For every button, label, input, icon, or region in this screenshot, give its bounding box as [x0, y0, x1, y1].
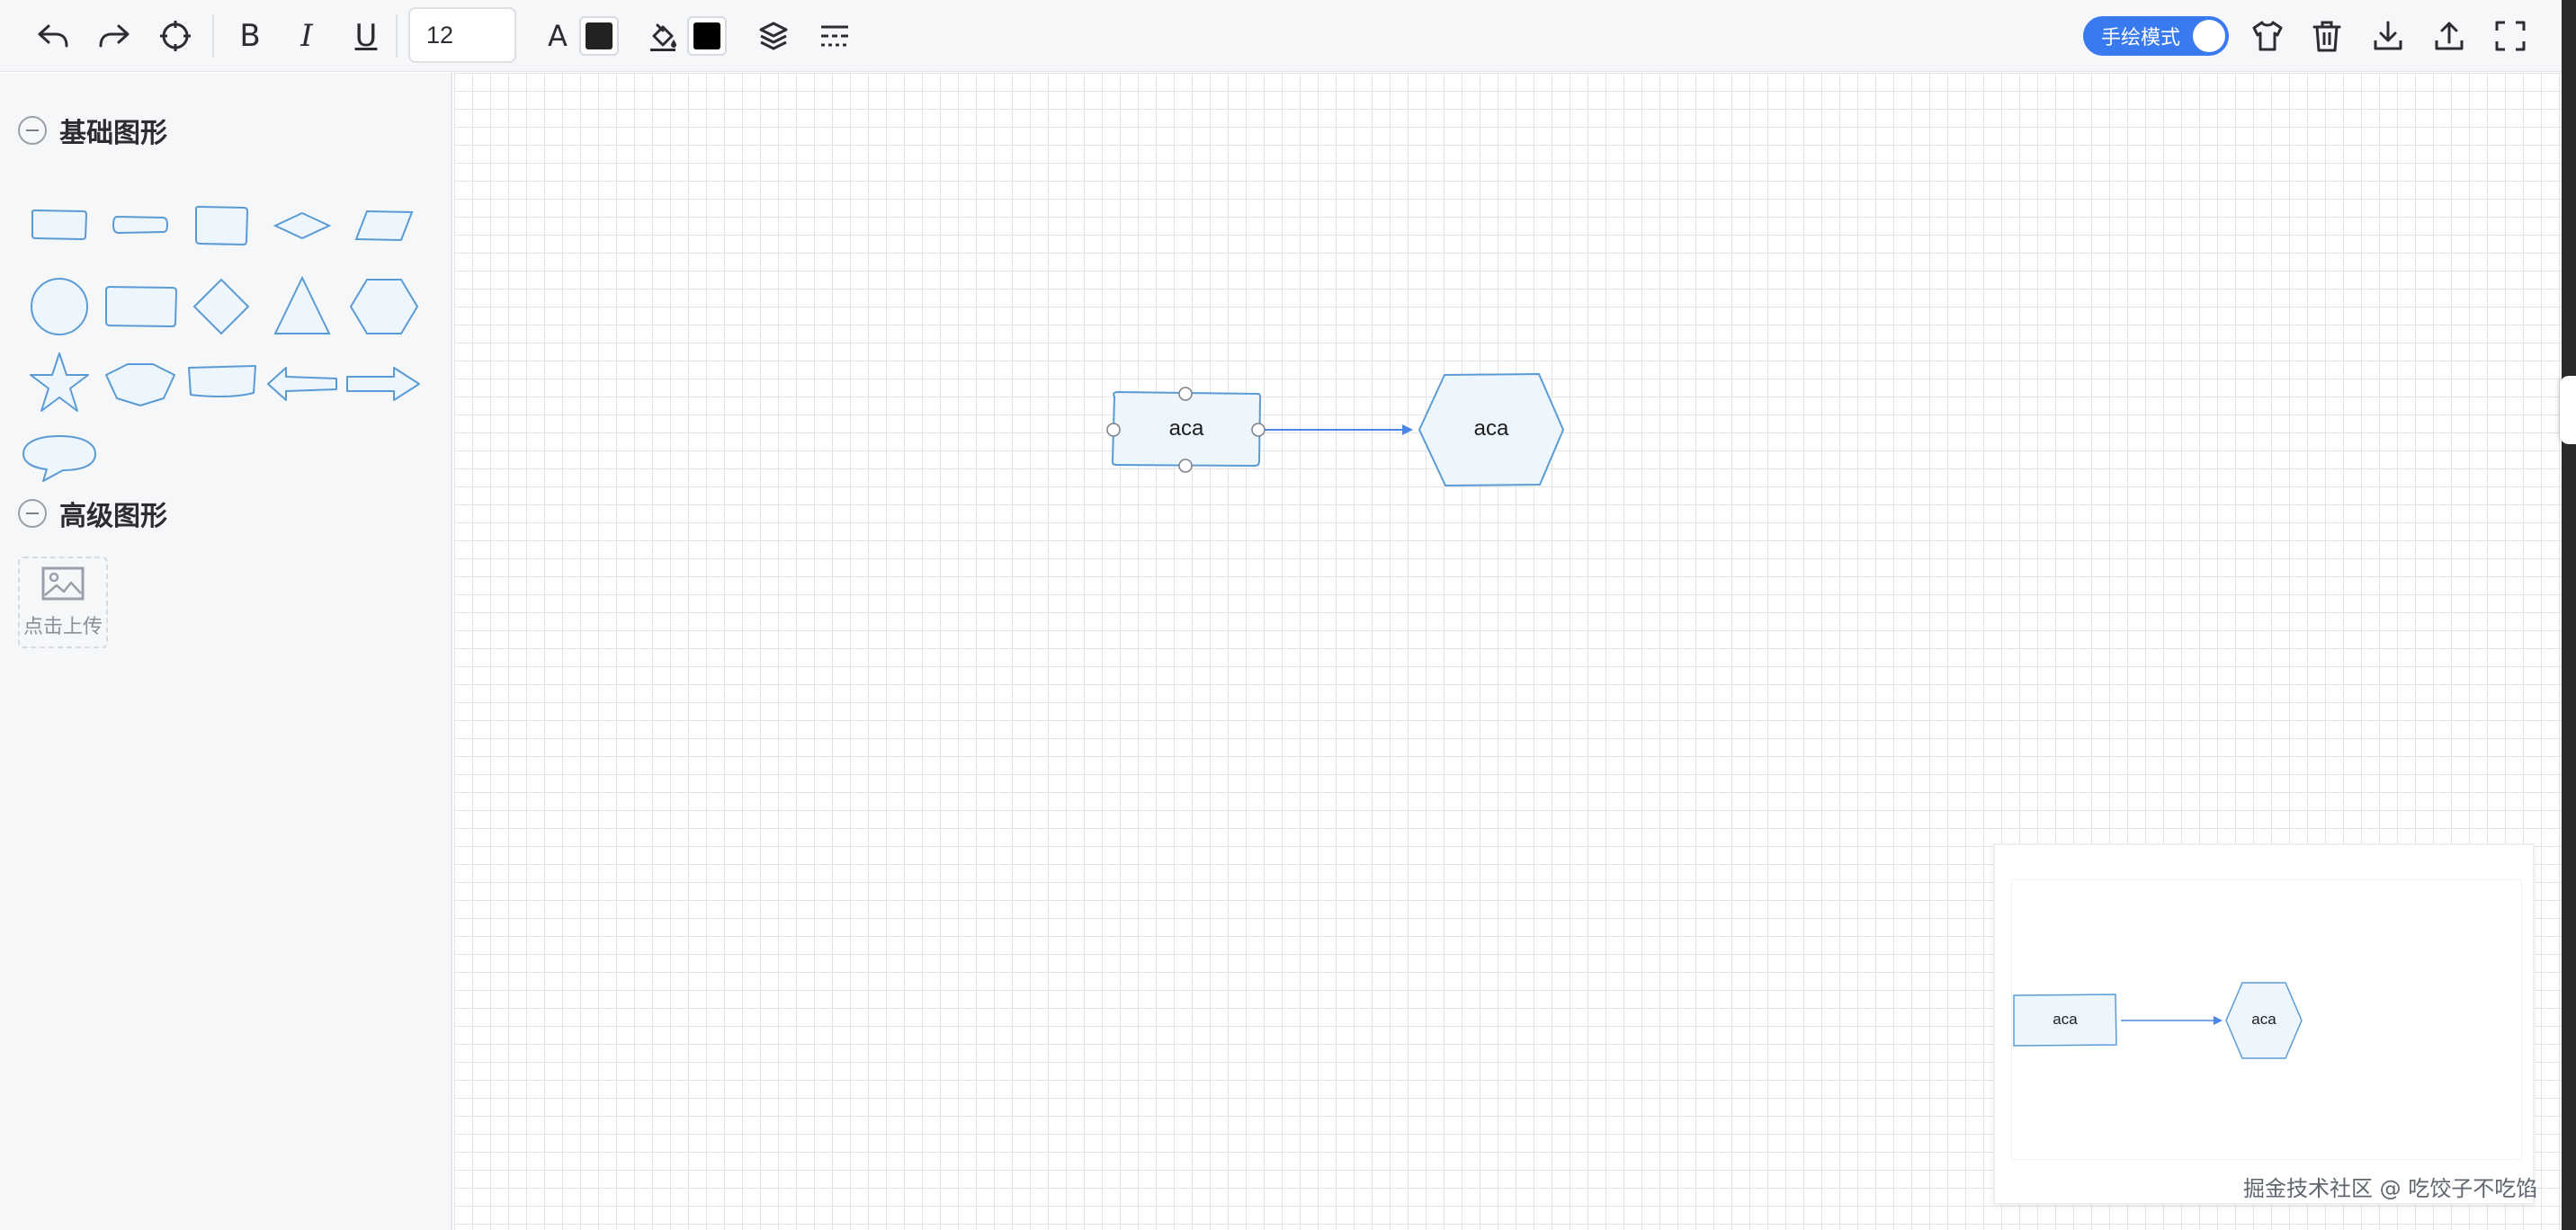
fullscreen-icon: [2495, 21, 2526, 51]
shape-trapezoid[interactable]: [185, 348, 259, 420]
line-style-button[interactable]: [817, 13, 853, 59]
shape-double-arrow[interactable]: [264, 348, 342, 420]
shape-parallelogram[interactable]: [351, 199, 416, 253]
underline-button[interactable]: U: [351, 13, 381, 59]
shape-right-arrow[interactable]: [344, 348, 423, 420]
fill-color-button[interactable]: [646, 13, 680, 59]
theme-button[interactable]: [2245, 13, 2290, 59]
handdrawn-mode-toggle[interactable]: 手绘模式: [2083, 16, 2229, 56]
font-color-icon: A: [548, 19, 568, 53]
shape-triangle[interactable]: [270, 271, 335, 343]
shape-wide-rect[interactable]: [101, 271, 180, 343]
minimap[interactable]: aca aca: [1993, 843, 2535, 1205]
top-toolbar: B I U A: [0, 0, 2562, 72]
basic-shapes-title: 基础图形: [59, 118, 167, 149]
advanced-shapes-title: 高级图形: [59, 501, 167, 532]
minimap-viewport[interactable]: aca aca: [2011, 879, 2522, 1160]
trash-icon: [2312, 21, 2341, 52]
font-color-swatch[interactable]: [579, 16, 619, 56]
redo-button[interactable]: [92, 13, 137, 59]
shape-star[interactable]: [27, 348, 92, 420]
image-upload-button[interactable]: 点击上传: [18, 557, 108, 648]
connection-anchor-top[interactable]: [1178, 387, 1193, 401]
toggle-knob: [2193, 20, 2225, 52]
shape-diamond-flat[interactable]: [270, 199, 335, 253]
shape-panel: 基础图形 高级图形 点击上传: [0, 73, 452, 1230]
crosshair-icon: [160, 21, 191, 51]
toolbar-divider: [396, 14, 398, 58]
layers-button[interactable]: [756, 13, 792, 59]
italic-button[interactable]: I: [293, 13, 320, 59]
shape-rect[interactable]: [27, 199, 92, 253]
node-label[interactable]: aca: [1419, 416, 1563, 441]
collapse-icon[interactable]: [18, 499, 47, 528]
app-window: B I U A: [0, 0, 2576, 1230]
window-edge: [2562, 0, 2576, 1230]
redo-icon: [99, 24, 130, 48]
node-label[interactable]: aca: [1114, 416, 1259, 441]
shape-diamond[interactable]: [189, 271, 254, 343]
upload-button[interactable]: [2427, 13, 2472, 59]
upload-icon: [2435, 22, 2464, 50]
shape-hexagon[interactable]: [347, 271, 421, 343]
shape-square[interactable]: [189, 199, 254, 253]
advanced-shapes-header[interactable]: 高级图形: [18, 494, 167, 533]
undo-icon: [38, 24, 68, 48]
side-drawer-handle[interactable]: [2560, 376, 2576, 444]
minimap-node-label: aca: [2053, 1011, 2078, 1028]
shape-rounded-rect[interactable]: [108, 199, 173, 253]
upload-label: 点击上传: [22, 616, 103, 638]
shape-pentagon-wide[interactable]: [101, 348, 180, 420]
shirt-icon: [2252, 21, 2283, 51]
connection-anchor-bottom[interactable]: [1178, 459, 1193, 473]
bold-button[interactable]: B: [234, 13, 266, 59]
locate-button[interactable]: [153, 13, 198, 59]
font-size-input[interactable]: [408, 7, 516, 63]
undo-button[interactable]: [31, 13, 76, 59]
fill-color-swatch[interactable]: [687, 16, 727, 56]
collapse-icon[interactable]: [18, 116, 47, 145]
toolbar-divider: [212, 14, 214, 58]
minimap-node-label: aca: [2251, 1011, 2276, 1028]
download-icon: [2374, 21, 2402, 50]
shape-circle[interactable]: [27, 271, 92, 343]
line-style-icon: [821, 25, 848, 47]
fullscreen-button[interactable]: [2488, 13, 2533, 59]
download-button[interactable]: [2366, 13, 2411, 59]
paint-bucket-icon: [650, 23, 676, 51]
layers-icon: [759, 22, 788, 50]
image-icon: [41, 566, 85, 601]
shape-speech-bubble[interactable]: [18, 427, 101, 490]
fill-color-fill: [693, 22, 720, 49]
watermark: 掘金技术社区 @ 吃饺子不吃馅: [2243, 1176, 2538, 1201]
handdrawn-mode-label: 手绘模式: [2101, 27, 2181, 49]
basic-shapes-header[interactable]: 基础图形: [18, 111, 167, 150]
delete-button[interactable]: [2304, 13, 2349, 59]
font-color-fill: [586, 22, 613, 49]
